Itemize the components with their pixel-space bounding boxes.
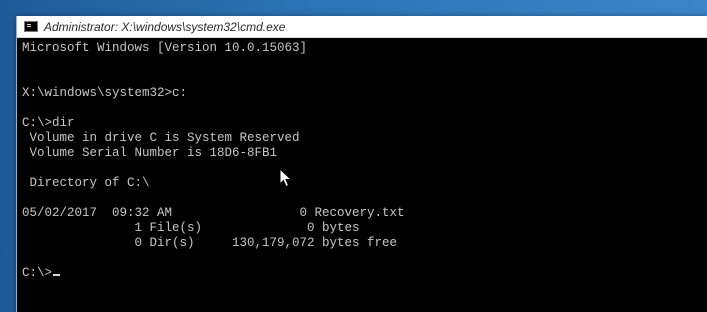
prompt-text: C:\> <box>22 266 53 280</box>
console-line: Volume in drive C is System Reserved <box>22 131 300 145</box>
console-line: X:\windows\system32>c: <box>22 86 188 100</box>
console-line: C:\>dir <box>22 116 75 130</box>
console-output[interactable]: Microsoft Windows [Version 10.0.15063] X… <box>17 38 707 281</box>
console-line: Volume Serial Number is 18D6-8FB1 <box>22 146 278 160</box>
console-line: 0 Dir(s) 130,179,072 bytes free <box>22 236 398 250</box>
prompt-line[interactable]: C:\> <box>22 266 707 281</box>
cmd-window: Administrator: X:\windows\system32\cmd.e… <box>16 16 707 312</box>
console-icon[interactable] <box>24 21 38 32</box>
console-line: Microsoft Windows [Version 10.0.15063] <box>22 41 308 55</box>
mouse-pointer-icon <box>279 168 293 188</box>
title-bar[interactable]: Administrator: X:\windows\system32\cmd.e… <box>17 16 707 38</box>
console-line: 1 File(s) 0 bytes <box>22 221 360 235</box>
window-title: Administrator: X:\windows\system32\cmd.e… <box>44 19 286 34</box>
console-line: 05/02/2017 09:32 AM 0 Recovery.txt <box>22 206 405 220</box>
console-line: Directory of C:\ <box>22 176 150 190</box>
text-cursor <box>53 274 61 276</box>
